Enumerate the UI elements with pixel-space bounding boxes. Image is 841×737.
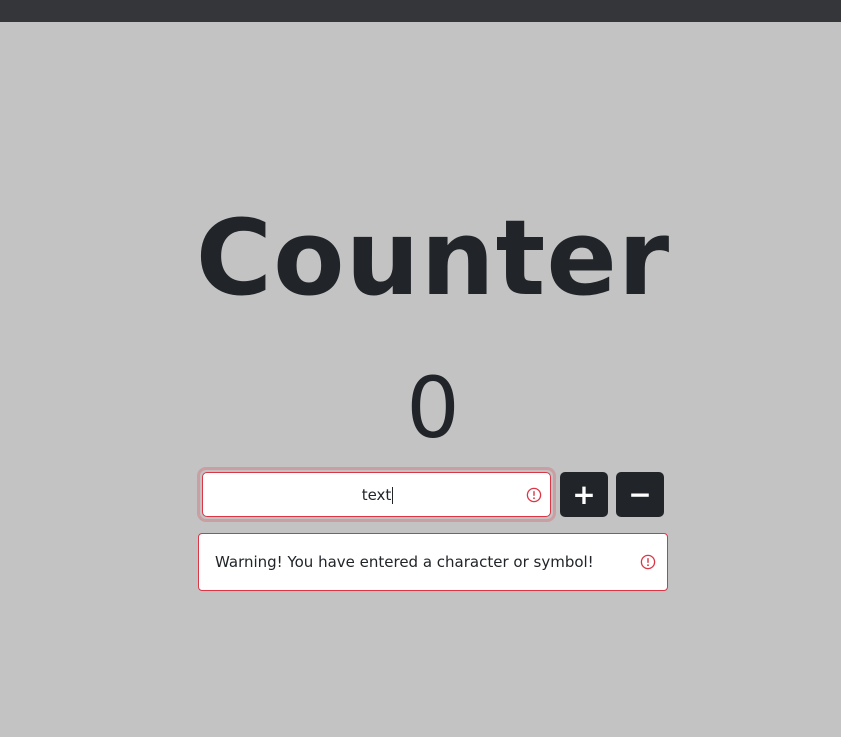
counter-input[interactable]: text [202,472,551,517]
counter-input-value-wrap: text [203,473,552,518]
counter-input-focus-ring: text [200,470,553,519]
counter-input-value: text [361,486,392,504]
exclamation-circle-icon [640,554,656,570]
warning-alert: Warning! You have entered a character or… [198,533,668,591]
exclamation-circle-icon [526,487,542,503]
counter-value: 0 [406,359,460,457]
browser-top-bar [0,0,841,22]
decrement-button[interactable]: − [616,472,664,517]
increment-button[interactable]: + [560,472,608,517]
warning-message: Warning! You have entered a character or… [215,553,594,571]
page-title: Counter [195,197,671,319]
text-caret [392,487,394,504]
